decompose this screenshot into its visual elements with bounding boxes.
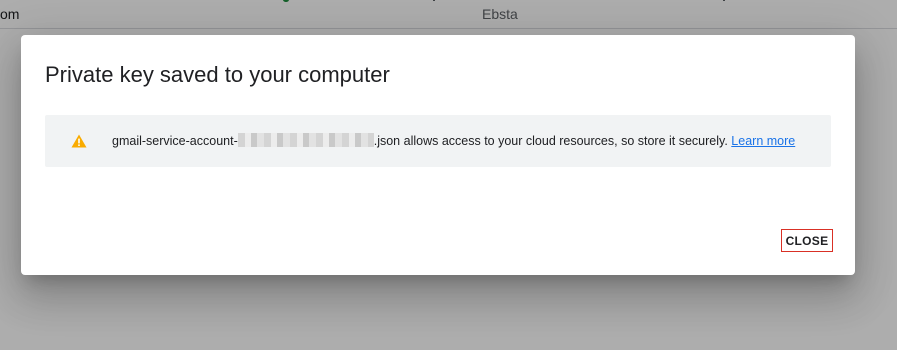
filename-prefix: gmail-service-account- bbox=[112, 134, 238, 148]
warning-icon bbox=[71, 134, 87, 148]
security-notice: gmail-service-account- .json allows acces… bbox=[45, 115, 831, 167]
redacted-filename bbox=[237, 133, 374, 147]
private-key-dialog: Private key saved to your computer gmail… bbox=[21, 35, 855, 275]
learn-more-link[interactable]: Learn more bbox=[731, 134, 795, 148]
dialog-title: Private key saved to your computer bbox=[45, 62, 390, 87]
filename-suffix: .json bbox=[373, 134, 401, 148]
notice-message: allows access to your cloud resources, s… bbox=[400, 134, 732, 148]
notice-text: gmail-service-account- .json allows acces… bbox=[112, 133, 795, 148]
close-button[interactable]: CLOSE bbox=[781, 229, 833, 252]
